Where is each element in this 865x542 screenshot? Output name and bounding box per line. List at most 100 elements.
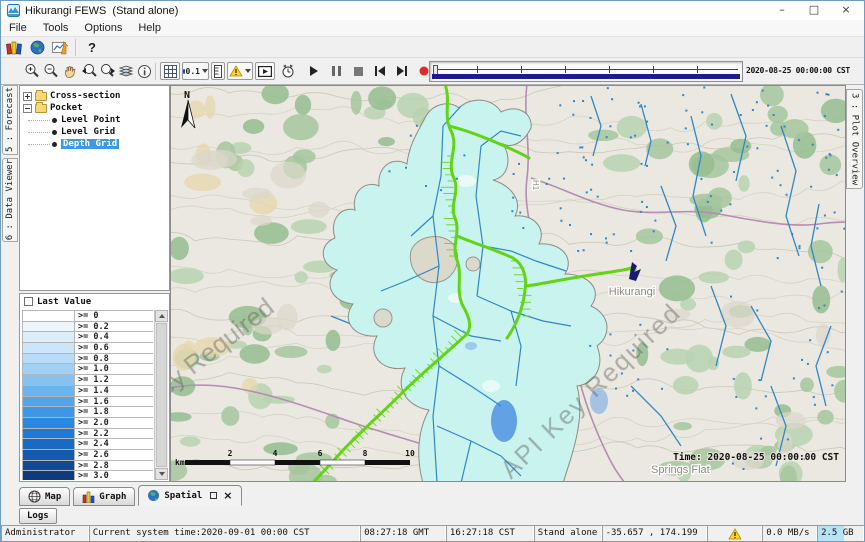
- tab-map[interactable]: Map: [19, 487, 70, 506]
- minimize-button[interactable]: –: [766, 1, 798, 20]
- layers-icon[interactable]: [117, 62, 135, 80]
- help-icon[interactable]: ?: [83, 39, 101, 56]
- grid-value-dropdown[interactable]: 0.1: [182, 62, 209, 80]
- menu-bar: File Tools Options Help: [1, 20, 864, 37]
- legend-scrollbar[interactable]: [154, 310, 168, 480]
- status-gmt-time: 08:27:18 GMT: [360, 525, 446, 542]
- scroll-up-icon[interactable]: [155, 310, 168, 322]
- expand-icon[interactable]: [23, 92, 32, 101]
- panel-close-icon[interactable]: ×: [223, 491, 232, 500]
- legend-row[interactable]: >= 1.4: [23, 386, 153, 397]
- title-bar: Hikurangi FEWS (Stand alone) – □ ×: [1, 1, 864, 20]
- scale-legend-button[interactable]: [211, 62, 225, 80]
- tree-item-cross-section[interactable]: Cross-section: [20, 90, 169, 102]
- menu-tools[interactable]: Tools: [35, 22, 77, 34]
- tab-spatial[interactable]: Spatial ×: [138, 485, 241, 506]
- main-toolbar: ?: [1, 37, 864, 58]
- chevron-down-icon: [245, 69, 251, 73]
- tree-item-depth-grid[interactable]: Depth Grid: [20, 138, 169, 150]
- close-button[interactable]: ×: [830, 1, 862, 20]
- zoom-previous-icon[interactable]: [80, 62, 98, 80]
- legend-color-swatch: [23, 450, 75, 460]
- scroll-down-icon[interactable]: [155, 468, 168, 480]
- legend-threshold-label: >= 0.2: [75, 322, 109, 332]
- menu-help[interactable]: Help: [130, 22, 169, 34]
- legend-row[interactable]: >= 0.8: [23, 354, 153, 365]
- legend-row[interactable]: >= 0.2: [23, 322, 153, 333]
- time-slider[interactable]: [429, 61, 743, 82]
- chart-export-icon[interactable]: [51, 39, 69, 56]
- grid-value-label: 0.1: [186, 67, 200, 76]
- legend-row[interactable]: >= 1.8: [23, 407, 153, 418]
- legend-threshold-label: >= 2.2: [75, 429, 109, 439]
- tab-data-viewer[interactable]: 6 : Data Viewer: [2, 158, 18, 242]
- legend-threshold-label: >= 3.0: [75, 471, 109, 480]
- chevron-down-icon: [202, 69, 208, 73]
- grid-toggle-button[interactable]: [160, 62, 180, 80]
- next-frame-button[interactable]: [393, 62, 411, 80]
- bullet-icon: [52, 142, 57, 147]
- legend-color-swatch: [23, 343, 75, 353]
- toolbar-separator: [155, 63, 156, 80]
- legend-row[interactable]: >= 2.0: [23, 418, 153, 429]
- bar-chart-icon: [82, 491, 95, 503]
- folder-icon: [35, 92, 47, 101]
- legend-row[interactable]: >= 2.6: [23, 450, 153, 461]
- time-slider-range-bar: [432, 74, 740, 79]
- window-title: Hikurangi FEWS (Stand alone): [25, 5, 178, 17]
- tab-graph[interactable]: Graph: [73, 487, 135, 506]
- zoom-in-icon[interactable]: [23, 62, 41, 80]
- last-value-label: Last Value: [37, 297, 91, 307]
- tree-item-level-grid[interactable]: Level Grid: [20, 126, 169, 138]
- last-value-checkbox[interactable]: [24, 297, 33, 306]
- animation-settings-icon[interactable]: [279, 62, 297, 80]
- maximize-button[interactable]: □: [798, 1, 830, 20]
- stop-button[interactable]: [349, 62, 367, 80]
- scroll-thumb[interactable]: [156, 323, 167, 467]
- tree-item-pocket[interactable]: Pocket: [20, 102, 169, 114]
- current-datetime: 2020-08-25 00:00:00 CST: [746, 66, 850, 75]
- tab-plot-overview[interactable]: 3 : Plot Overview: [846, 89, 863, 189]
- globe-icon[interactable]: [28, 39, 46, 56]
- svg-text:8: 8: [363, 449, 368, 458]
- database-bars-icon[interactable]: [5, 39, 23, 56]
- legend-row[interactable]: >= 2.8: [23, 461, 153, 472]
- zoom-next-icon[interactable]: [98, 62, 116, 80]
- pan-hand-icon[interactable]: [61, 62, 79, 80]
- logs-button[interactable]: Logs: [19, 508, 57, 524]
- legend-row[interactable]: >= 0.6: [23, 343, 153, 354]
- legend-color-swatch: [23, 407, 75, 417]
- legend-threshold-label: >= 1.2: [75, 375, 109, 385]
- collapse-icon[interactable]: [23, 104, 32, 113]
- map-time-label: Time: 2020-08-25 00:00:00 CST: [673, 452, 839, 463]
- legend-color-swatch: [23, 397, 75, 407]
- legend-row[interactable]: >= 3.0: [23, 471, 153, 480]
- legend-threshold-label: >= 2.0: [75, 418, 109, 428]
- tab-forecast[interactable]: 5 : Forecast: [2, 85, 18, 155]
- pause-button[interactable]: [327, 62, 345, 80]
- warning-dropdown[interactable]: [227, 62, 253, 80]
- legend-row[interactable]: >= 1.0: [23, 364, 153, 375]
- play-button[interactable]: [305, 62, 323, 80]
- animation-export-button[interactable]: [255, 62, 275, 80]
- tree-item-level-point[interactable]: Level Point: [20, 114, 169, 126]
- panel-maximize-icon[interactable]: [210, 492, 217, 499]
- menu-file[interactable]: File: [1, 22, 35, 34]
- bullet-icon: [52, 118, 57, 123]
- legend-row[interactable]: >= 1.2: [23, 375, 153, 386]
- zoom-out-icon[interactable]: [42, 62, 60, 80]
- status-local-time: 16:27:18 CST: [446, 525, 534, 542]
- status-warning[interactable]: [707, 525, 762, 542]
- status-download-speed: 0.0 MB/s: [762, 525, 817, 542]
- legend-row[interactable]: >= 1.6: [23, 397, 153, 408]
- previous-frame-button[interactable]: [371, 62, 389, 80]
- status-memory: 2.5 GB: [817, 525, 864, 542]
- menu-options[interactable]: Options: [76, 22, 130, 34]
- legend-threshold-label: >= 2.8: [75, 461, 109, 471]
- legend-row[interactable]: >= 0: [23, 311, 153, 322]
- info-icon[interactable]: [135, 62, 153, 80]
- legend-row[interactable]: >= 2.2: [23, 429, 153, 440]
- legend-row[interactable]: >= 2.4: [23, 439, 153, 450]
- map-canvas[interactable]: API Key Required API Key Required Hikura…: [170, 85, 846, 482]
- legend-row[interactable]: >= 0.4: [23, 332, 153, 343]
